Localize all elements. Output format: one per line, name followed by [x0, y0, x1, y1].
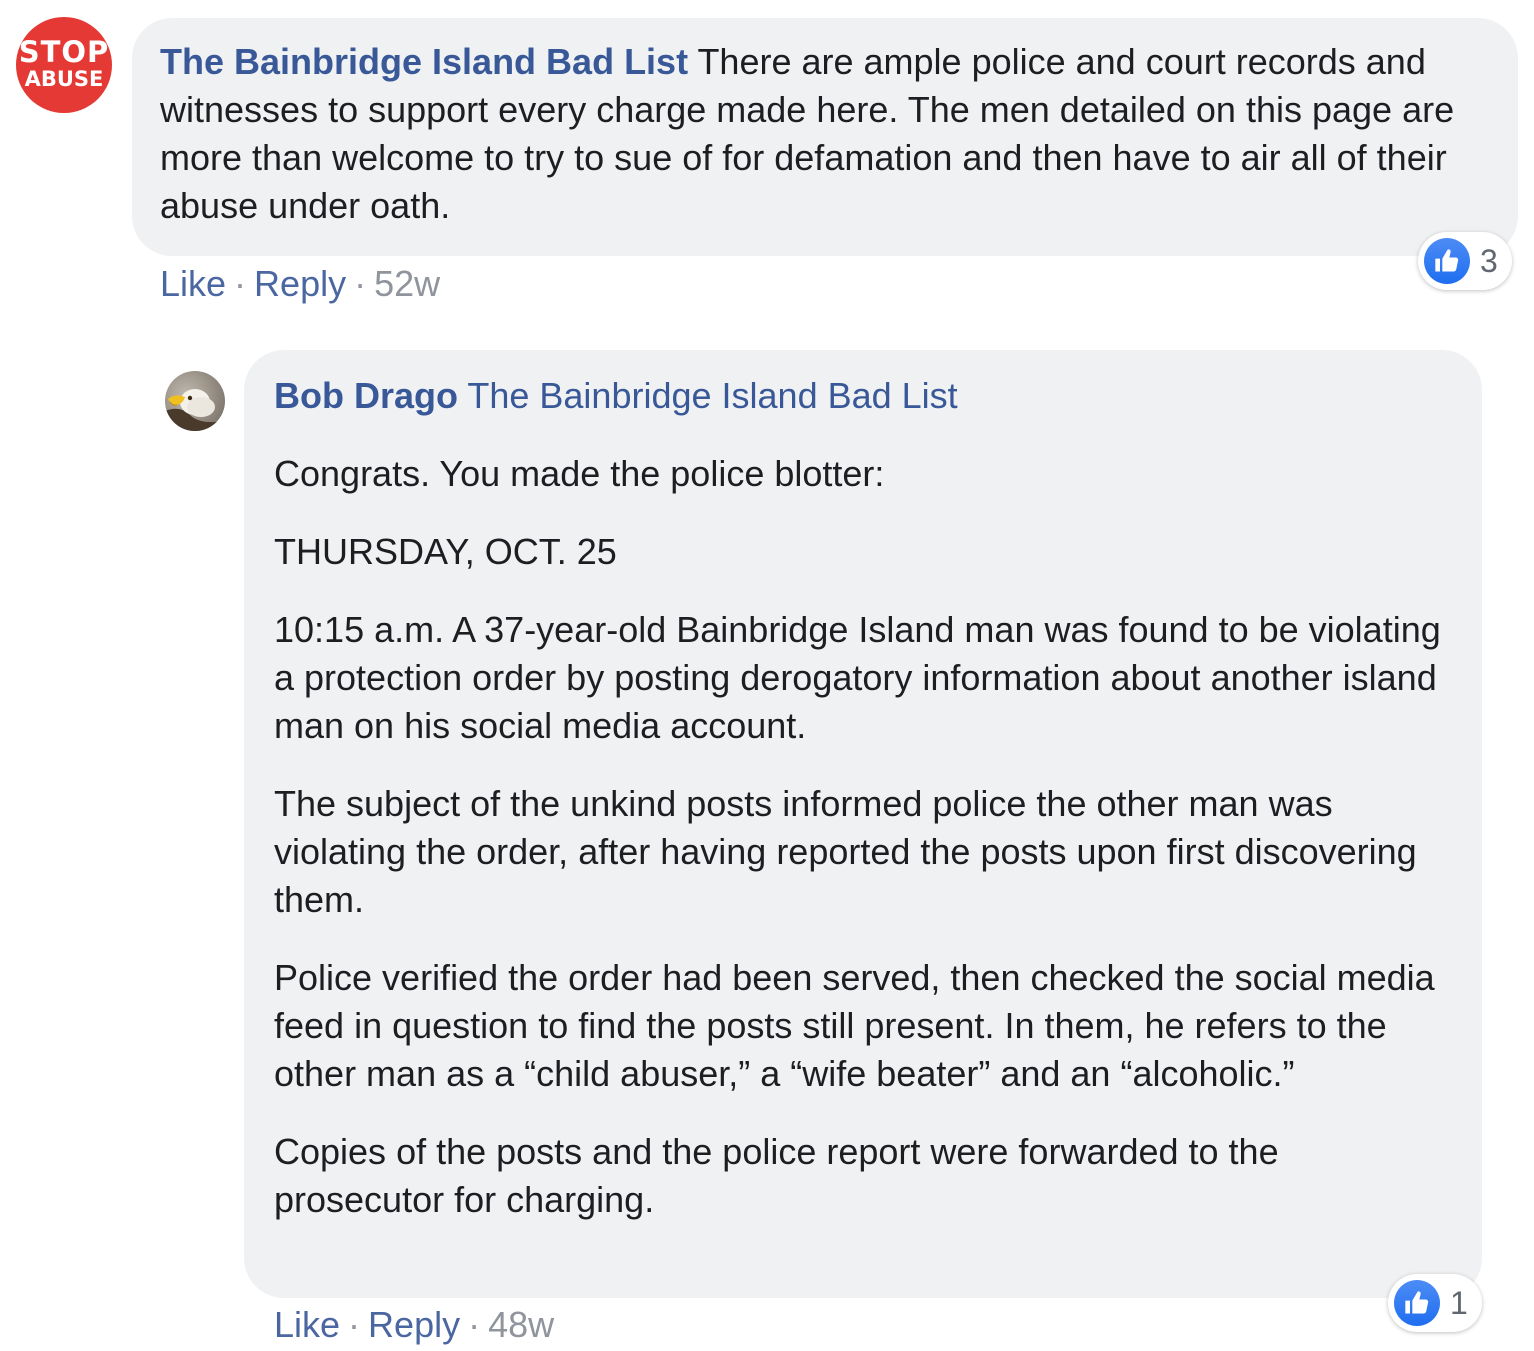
comment-author-link[interactable]: The Bainbridge Island Bad List [160, 41, 688, 82]
comment-bubble: The Bainbridge Island Bad List There are… [132, 18, 1518, 256]
separator-dot: · [468, 1304, 481, 1345]
separator-dot: · [348, 1304, 361, 1345]
avatar-line-stop: STOP [18, 35, 110, 69]
thumbs-up-icon [1424, 238, 1470, 284]
reply-actions: Like · Reply · 48w [274, 1305, 554, 1345]
reply-paragraph: THURSDAY, OCT. 25 [274, 531, 617, 572]
reply-paragraph: Congrats. You made the police blotter: [274, 453, 885, 494]
separator-dot: · [354, 263, 367, 304]
eagle-avatar[interactable] [165, 371, 225, 431]
reply-link[interactable]: Reply [254, 263, 346, 304]
reply-link[interactable]: Reply [368, 1304, 460, 1345]
reaction-count: 3 [1480, 242, 1498, 279]
reaction-summary[interactable]: 1 [1388, 1274, 1482, 1332]
reply-paragraph: Police verified the order had been serve… [274, 957, 1435, 1094]
like-link[interactable]: Like [274, 1304, 340, 1345]
reply-header: Bob Drago The Bainbridge Island Bad List [274, 372, 1452, 420]
comment: STOP ABUSE The Bainbridge Island Bad Lis… [0, 0, 1534, 320]
reply-paragraph: Copies of the posts and the police repor… [274, 1131, 1279, 1220]
thumbs-up-icon [1394, 1280, 1440, 1326]
separator-dot: · [234, 263, 247, 304]
timestamp-link[interactable]: 52w [374, 263, 440, 304]
comment-actions: Like · Reply · 52w [160, 264, 440, 304]
reply-paragraph: 10:15 a.m. A 37-year-old Bainbridge Isla… [274, 609, 1441, 746]
tagged-page-link[interactable]: The Bainbridge Island Bad List [467, 375, 957, 416]
avatar-line-abuse: ABUSE [24, 67, 104, 91]
comment-body: The Bainbridge Island Bad List There are… [160, 38, 1490, 230]
reaction-count: 1 [1450, 1284, 1468, 1321]
reply-author-link[interactable]: Bob Drago [274, 375, 458, 416]
timestamp-link[interactable]: 48w [488, 1304, 554, 1345]
reply-paragraph: The subject of the unkind posts informed… [274, 783, 1417, 920]
reaction-summary[interactable]: 3 [1418, 232, 1512, 290]
reply-bubble: Bob Drago The Bainbridge Island Bad List… [244, 350, 1482, 1298]
stop-abuse-avatar[interactable]: STOP ABUSE [16, 17, 112, 113]
like-link[interactable]: Like [160, 263, 226, 304]
